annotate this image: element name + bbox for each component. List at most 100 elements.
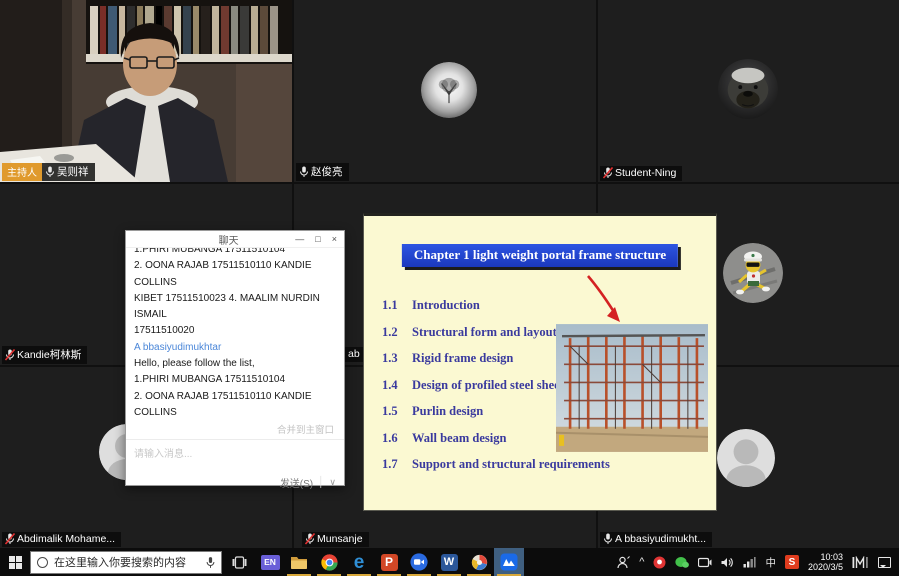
dog-avatar xyxy=(718,59,778,119)
voov-meeting-icon xyxy=(500,553,518,571)
chat-line: Hello, please follow the list, xyxy=(134,356,336,372)
host-badge: 主持人 xyxy=(2,163,42,181)
clock-date: 2020/3/5 xyxy=(808,562,843,572)
taskbar-voov-meeting-active[interactable] xyxy=(494,548,524,576)
chat-input-area[interactable]: 请输入消息... 发送(S) │ ∨ xyxy=(126,439,344,495)
nametag-student-ning: Student-Ning xyxy=(600,166,682,181)
nametag-abdimalik: Abdimalik Mohame... xyxy=(2,532,121,547)
file-explorer-icon xyxy=(290,555,308,570)
close-icon[interactable]: × xyxy=(332,234,337,244)
slide-item: 1.1Introduction xyxy=(382,292,610,319)
taskbar-meeting-camera[interactable] xyxy=(404,548,434,576)
bookshelf xyxy=(86,6,292,62)
chat-window[interactable]: 聊天 — □ × 1.PHIRI MUBANGA 17511510104 2. … xyxy=(125,230,345,486)
network-signal-icon[interactable] xyxy=(743,557,756,568)
chat-line: 1.PHIRI MUBANGA 17511510104 xyxy=(134,372,336,388)
mic-muted-icon xyxy=(5,349,15,361)
merge-to-main-window-link[interactable]: 合并到主窗口 xyxy=(126,422,344,436)
red-arrow-annotation xyxy=(582,272,626,326)
nametag-host: 主持人 吴则祥 xyxy=(2,163,95,181)
mic-on-icon xyxy=(45,166,55,178)
participant-name: Abdimalik Mohame... xyxy=(17,533,115,545)
chat-line: KIBET 17511510023 4. MAALIM NURDIN ISMAI… xyxy=(134,291,336,324)
participant-name: A bbasiyudimukht... xyxy=(615,533,706,545)
people-icon[interactable] xyxy=(617,556,630,569)
word-icon: W xyxy=(441,554,458,571)
wechat-icon[interactable] xyxy=(675,556,689,569)
chat-sender-name: A bbasiyudimukhtar xyxy=(134,340,336,356)
volume-icon[interactable] xyxy=(721,557,734,568)
meeting-app-screen: 主持人 吴则祥 赵俊亮 xyxy=(0,0,899,576)
taskbar-file-explorer[interactable] xyxy=(284,548,314,576)
minimize-icon[interactable]: — xyxy=(295,234,304,244)
taskbar-word[interactable]: W xyxy=(434,548,464,576)
participant-name: Student-Ning xyxy=(615,167,676,179)
send-button[interactable]: 发送(S) xyxy=(280,475,313,490)
windows-logo-icon xyxy=(9,556,22,569)
screen-record-icon[interactable] xyxy=(698,557,712,568)
powerpoint-icon: P xyxy=(381,554,398,571)
slide-item: 1.7Support and structural requirements xyxy=(382,451,610,478)
chat-input-placeholder: 请输入消息... xyxy=(126,440,344,465)
video-tile-zhaojunliang[interactable]: 赵俊亮 xyxy=(294,0,596,182)
cortana-icon xyxy=(37,557,48,568)
search-mic-icon[interactable] xyxy=(206,556,215,569)
handwriting-input-icon[interactable] xyxy=(852,556,869,569)
tree-avatar xyxy=(421,62,477,118)
cartoon-emoji-avatar xyxy=(723,243,783,303)
start-button[interactable] xyxy=(0,548,30,576)
mic-on-icon xyxy=(603,533,613,545)
language-indicator[interactable]: EN xyxy=(256,548,284,576)
slide-title-banner: Chapter 1 light weight portal frame stru… xyxy=(402,244,678,267)
tim-icon[interactable] xyxy=(653,556,666,569)
steel-structure-photo xyxy=(556,324,708,452)
chat-message-list[interactable]: 1.PHIRI MUBANGA 17511510104 2. OONA RAJA… xyxy=(126,248,344,416)
chat-line: 2. OONA RAJAB 17511510110 KANDIE COLLINS xyxy=(134,389,336,416)
shared-screen-slide: Chapter 1 light weight portal frame stru… xyxy=(363,213,717,511)
chat-title: 聊天 xyxy=(126,232,295,247)
nametag-zhaojunliang: 赵俊亮 xyxy=(296,163,349,181)
chat-line: 2. OONA RAJAB 17511510110 KANDIE COLLINS xyxy=(134,258,336,291)
participant-name: Kandie柯林斯 xyxy=(17,347,81,362)
mic-muted-icon xyxy=(5,533,15,545)
mic-muted-icon xyxy=(603,167,613,179)
chat-line: 1.PHIRI MUBANGA 17511510104 xyxy=(134,248,336,258)
chat-titlebar[interactable]: 聊天 — □ × xyxy=(126,231,344,248)
taskbar-powerpoint[interactable]: P xyxy=(374,548,404,576)
task-view-icon xyxy=(232,556,247,569)
chrome-icon xyxy=(321,554,338,571)
language-badge: EN xyxy=(261,555,280,570)
taskbar-edge[interactable]: e xyxy=(344,548,374,576)
video-tile-student-ning[interactable]: Student-Ning xyxy=(598,0,899,182)
palette-app-icon xyxy=(471,554,488,571)
mic-on-icon xyxy=(299,166,309,178)
nametag-abbasiyudi: A bbasiyudimukht... xyxy=(600,532,712,547)
maximize-icon[interactable]: □ xyxy=(315,234,320,244)
nametag-munsanje: Munsanje xyxy=(302,532,369,547)
video-tile-host[interactable]: 主持人 吴则祥 xyxy=(0,0,292,182)
nametag-kandie: Kandie柯林斯 xyxy=(2,346,87,364)
taskbar-colorful-app[interactable] xyxy=(464,548,494,576)
participant-name: 赵俊亮 xyxy=(311,164,343,179)
ime-mode-indicator[interactable]: 中 xyxy=(765,555,776,570)
send-options-chevron-icon[interactable]: ∨ xyxy=(329,477,336,488)
participant-name: Munsanje xyxy=(317,533,363,545)
search-placeholder: 在这里输入你要搜索的内容 xyxy=(54,554,200,570)
default-avatar xyxy=(717,429,775,487)
system-tray: ^ 中 S 10:03 2020/3/5 xyxy=(617,552,899,572)
nametag-partial: ab xyxy=(344,347,364,362)
video-camera-icon xyxy=(410,553,428,571)
windows-taskbar: 在这里输入你要搜索的内容 EN xyxy=(0,548,899,576)
clock-time: 10:03 xyxy=(808,552,843,562)
taskbar-search-box[interactable]: 在这里输入你要搜索的内容 xyxy=(30,551,222,574)
action-center-icon[interactable] xyxy=(878,557,891,568)
tray-expand-chevron-icon[interactable]: ^ xyxy=(639,556,644,568)
taskbar-clock[interactable]: 10:03 2020/3/5 xyxy=(808,552,843,572)
mic-muted-icon xyxy=(305,533,315,545)
edge-icon: e xyxy=(354,554,365,571)
taskbar-chrome[interactable] xyxy=(314,548,344,576)
webcam-video-feed xyxy=(0,0,292,182)
participant-name: 吴则祥 xyxy=(57,164,89,179)
task-view-button[interactable] xyxy=(222,548,256,576)
sogou-input-icon[interactable]: S xyxy=(785,555,799,569)
